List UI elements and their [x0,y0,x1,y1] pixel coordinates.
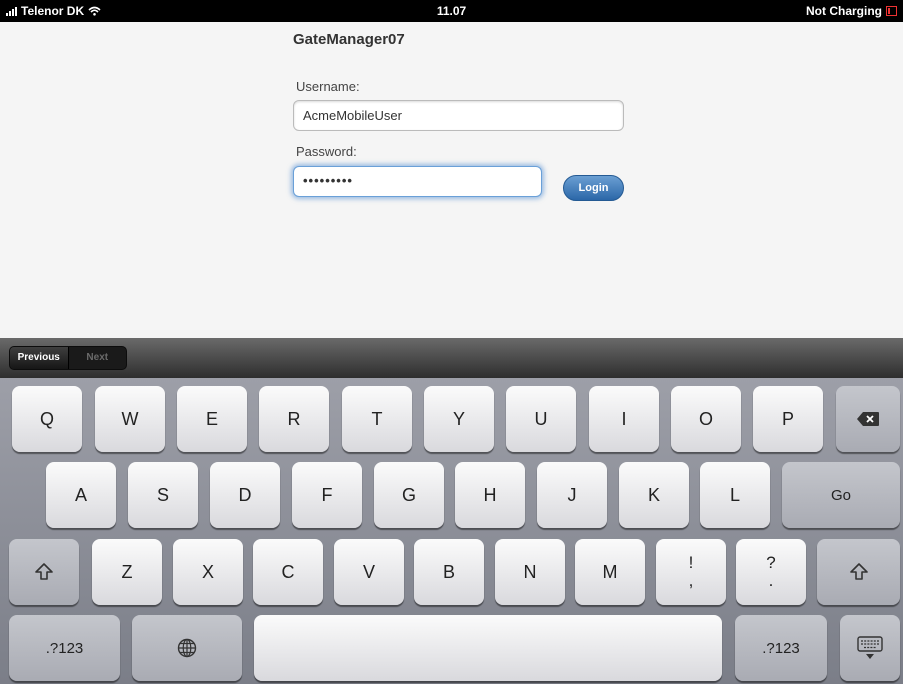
key-x[interactable]: X [173,539,243,605]
battery-status: Not Charging [806,4,882,18]
key-g[interactable]: G [374,462,444,528]
username-field[interactable]: AcmeMobileUser [293,100,624,131]
status-time: 11.07 [436,4,467,18]
key-p[interactable]: P [753,386,823,452]
key-exclaim-label: ! [688,553,694,572]
globe-key[interactable] [132,615,242,681]
space-key[interactable] [254,615,722,681]
go-key[interactable]: Go [782,462,900,528]
key-period-label: . [768,571,774,590]
key-v[interactable]: V [334,539,404,605]
key-s[interactable]: S [128,462,198,528]
status-right: Not Charging [806,4,897,18]
username-label: Username: [296,79,360,94]
key-m[interactable]: M [575,539,645,605]
delete-icon [857,412,879,426]
key-comma-label: , [688,571,694,590]
password-field[interactable]: ••••••••• [293,166,542,197]
status-bar: Telenor DK 11.07 Not Charging [0,0,903,22]
numbers-key-right[interactable]: .?123 [735,615,827,681]
previous-button[interactable]: Previous [10,347,69,369]
password-label: Password: [296,144,357,159]
key-r[interactable]: R [259,386,329,452]
key-f[interactable]: F [292,462,362,528]
login-button[interactable]: Login [563,175,624,201]
key-h[interactable]: H [455,462,525,528]
keyboard-hide-icon [857,636,883,659]
key-o[interactable]: O [671,386,741,452]
key-z[interactable]: Z [92,539,162,605]
key-question-period[interactable]: ? . [736,539,806,605]
key-i[interactable]: I [589,386,659,452]
key-c[interactable]: C [253,539,323,605]
shift-key-left[interactable] [9,539,79,605]
key-a[interactable]: A [46,462,116,528]
key-w[interactable]: W [95,386,165,452]
shift-icon [35,563,53,580]
login-page: GateManager07 Username: AcmeMobileUser P… [0,22,903,338]
key-u[interactable]: U [506,386,576,452]
prev-next-segment: Previous Next [9,346,127,370]
globe-icon [177,638,197,658]
next-button[interactable]: Next [69,347,127,369]
key-j[interactable]: J [537,462,607,528]
shift-key-right[interactable] [817,539,900,605]
form-assistant-bar: Previous Next [0,338,903,378]
hide-keyboard-key[interactable] [840,615,900,681]
delete-key[interactable] [836,386,900,452]
key-e[interactable]: E [177,386,247,452]
shift-icon [849,563,868,580]
numbers-key-left[interactable]: .?123 [9,615,120,681]
key-y[interactable]: Y [424,386,494,452]
key-d[interactable]: D [210,462,280,528]
key-n[interactable]: N [495,539,565,605]
key-k[interactable]: K [619,462,689,528]
page-title: GateManager07 [293,31,405,48]
key-exclaim-comma[interactable]: ! , [656,539,726,605]
key-t[interactable]: T [342,386,412,452]
key-b[interactable]: B [414,539,484,605]
key-question-label: ? [766,553,776,572]
keyboard: Q W E R T Y U I O P A S D F G H J K L Go… [0,378,903,684]
key-q[interactable]: Q [12,386,82,452]
battery-icon [886,6,897,16]
key-l[interactable]: L [700,462,770,528]
